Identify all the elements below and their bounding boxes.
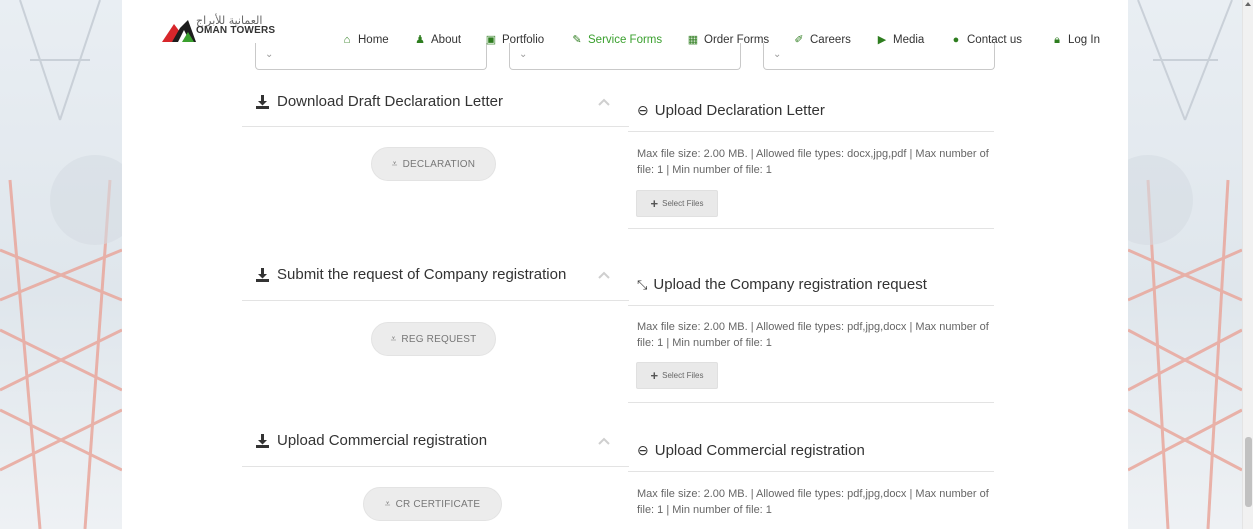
- right-tower-background: [1128, 0, 1242, 529]
- upload-requirements: Max file size: 2.00 MB. | Allowed file t…: [637, 488, 989, 516]
- left-tower-background: [0, 0, 122, 529]
- chevron-up-icon[interactable]: [597, 270, 611, 280]
- plus-icon: +: [650, 195, 659, 211]
- divider: [242, 466, 629, 467]
- portfolio-icon: ▣: [485, 34, 497, 46]
- cr-certificate-download-button[interactable]: ⩡ CR CERTIFICATE: [363, 487, 502, 521]
- upload-section-title: ⊖ Upload Declaration Letter: [637, 102, 825, 119]
- upload-section-title: ⤡ Upload the Company registration reques…: [637, 276, 927, 293]
- select-files-button[interactable]: + Select Files: [636, 362, 718, 389]
- link-icon: ⊖: [637, 442, 649, 458]
- grid-icon: ▦: [687, 34, 699, 46]
- main-content: ⌄ ⌄ ⌄: [122, 0, 1128, 529]
- download-title-text: Download Draft Declaration Letter: [277, 93, 503, 110]
- divider: [242, 126, 629, 127]
- download-icon: [256, 94, 269, 109]
- upload-requirements: Max file size: 2.00 MB. | Allowed file t…: [637, 321, 989, 349]
- chevron-up-icon[interactable]: [597, 436, 611, 446]
- nav-log-in[interactable]: 🔒︎ Log In: [1051, 34, 1100, 46]
- button-label: CR CERTIFICATE: [395, 498, 481, 510]
- upload-title-text: Upload the Company registration request: [653, 276, 927, 293]
- nav-contact-us[interactable]: ● Contact us: [950, 34, 1022, 46]
- upload-title-text: Upload Declaration Letter: [654, 102, 825, 119]
- nav-label: Home: [358, 34, 389, 46]
- nav-about[interactable]: ♟ About: [414, 34, 461, 46]
- upload-title-text: Upload Commercial registration: [654, 442, 865, 459]
- scroll-thumb[interactable]: [1245, 437, 1252, 507]
- reg-request-download-button[interactable]: ⩡ REG REQUEST: [371, 322, 496, 356]
- select-files-button[interactable]: + Select Files: [636, 190, 718, 217]
- chevron-up-icon[interactable]: [597, 97, 611, 107]
- people-icon: ♟: [415, 34, 425, 46]
- download-icon: ⩡: [384, 498, 391, 510]
- page-scrollbar[interactable]: [1242, 0, 1253, 529]
- download-section-title[interactable]: Download Draft Declaration Letter: [256, 93, 503, 110]
- button-label: REG REQUEST: [401, 333, 477, 345]
- download-icon: ⩡: [391, 158, 398, 170]
- download-section-title[interactable]: Submit the request of Company registrati…: [256, 266, 566, 283]
- nav-label: Service Forms: [588, 34, 663, 46]
- main-navigation: ⌂ Home ♟ About ▣ Portfolio ✎ Service For…: [0, 34, 1253, 50]
- edit-icon: ✐: [794, 34, 804, 46]
- nav-label: About: [431, 34, 462, 46]
- download-title-text: Submit the request of Company registrati…: [277, 266, 567, 283]
- home-icon: ⌂: [343, 34, 351, 46]
- nav-service-forms[interactable]: ✎ Service Forms: [571, 34, 662, 46]
- media-icon: ▶: [877, 34, 887, 46]
- download-icon: [256, 433, 269, 448]
- divider: [628, 131, 994, 132]
- button-label: Select Files: [662, 199, 704, 208]
- plus-icon: +: [650, 367, 659, 383]
- nav-media[interactable]: ▶ Media: [876, 34, 925, 46]
- download-icon: [256, 267, 269, 282]
- divider: [628, 471, 994, 472]
- download-section-title[interactable]: Upload Commercial registration: [256, 432, 487, 449]
- nav-portfolio[interactable]: ▣ Portfolio: [485, 34, 544, 46]
- nav-label: Careers: [810, 34, 851, 46]
- link-icon: ⊖: [637, 102, 649, 118]
- scroll-up-arrow-icon[interactable]: [1245, 2, 1251, 6]
- compress-icon: ⤡: [637, 276, 648, 292]
- button-label: DECLARATION: [402, 158, 476, 170]
- divider: [628, 228, 994, 229]
- upload-section-title: ⊖ Upload Commercial registration: [637, 442, 865, 459]
- upload-requirements: Max file size: 2.00 MB. | Allowed file t…: [637, 148, 989, 176]
- nav-label: Media: [893, 34, 925, 46]
- nav-careers[interactable]: ✐ Careers: [793, 34, 851, 46]
- download-title-text: Upload Commercial registration: [277, 432, 488, 449]
- button-label: Select Files: [662, 371, 704, 380]
- declaration-download-button[interactable]: ⩡ DECLARATION: [371, 147, 496, 181]
- divider: [628, 305, 994, 306]
- nav-label: Order Forms: [704, 34, 770, 46]
- pencil-icon: ✎: [572, 34, 582, 46]
- lock-icon: 🔒︎: [1054, 34, 1060, 46]
- divider: [242, 300, 629, 301]
- nav-label: Contact us: [967, 34, 1022, 46]
- nav-order-forms[interactable]: ▦ Order Forms: [687, 34, 769, 46]
- download-icon: ⩡: [390, 333, 397, 345]
- nav-home[interactable]: ⌂ Home: [341, 34, 389, 46]
- divider: [628, 402, 994, 403]
- chat-icon: ●: [952, 34, 960, 46]
- nav-label: Portfolio: [502, 34, 545, 46]
- nav-label: Log In: [1068, 34, 1100, 46]
